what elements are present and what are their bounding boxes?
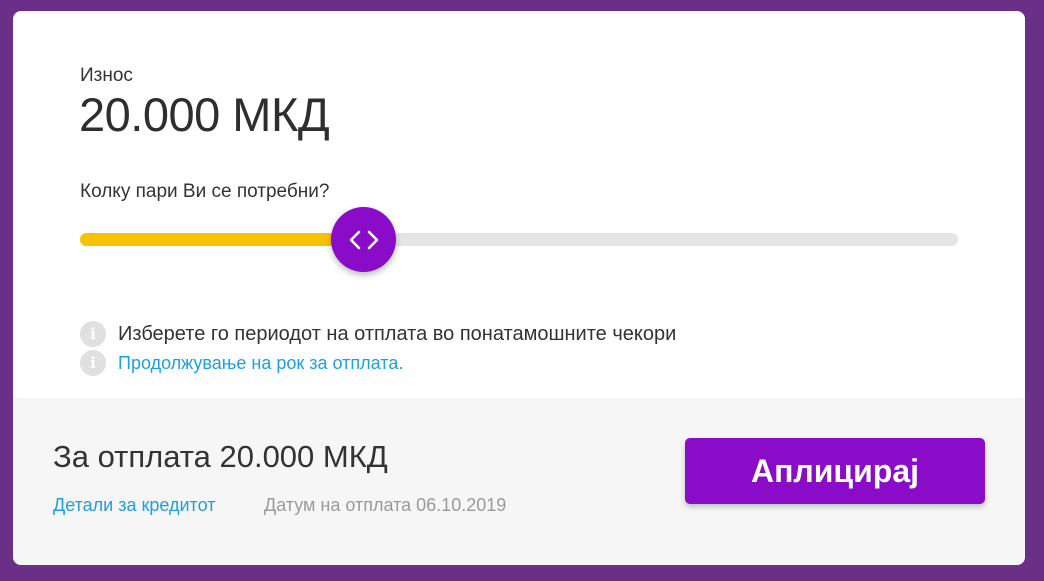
amount-slider[interactable] (80, 207, 958, 272)
apply-button[interactable]: Аплицирај (685, 438, 985, 504)
chevrons-left-right-icon (349, 230, 379, 249)
repayment-total: За отплата 20.000 МКД (53, 439, 388, 474)
amount-question: Колку пари Ви се потребни? (80, 181, 330, 202)
repayment-date: Датум на отплата 06.10.2019 (264, 495, 507, 515)
slider-fill (80, 233, 365, 246)
loan-details-link[interactable]: Детали за кредитот (53, 495, 215, 516)
loan-calculator-card: Износ 20.000 МКД Колку пари Ви се потреб… (13, 11, 1025, 565)
repayment-footer: За отплата 20.000 МКД Детали за кредитот… (13, 398, 1025, 565)
info-icon: i (80, 350, 106, 376)
info-row-extension: i Продолжување на рок за отплата. (80, 350, 403, 376)
info-icon: i (80, 321, 106, 347)
loan-amount-section: Износ 20.000 МКД Колку пари Ви се потреб… (13, 11, 1025, 398)
amount-value: 20.000 МКД (79, 88, 330, 141)
extension-link[interactable]: Продолжување на рок за отплата. (118, 353, 403, 374)
info-repayment-period-text: Изберете го периодот на отплата во понат… (118, 322, 677, 345)
slider-thumb[interactable] (331, 207, 397, 272)
amount-label: Износ (80, 65, 133, 86)
info-row-repayment-period: i Изберете го периодот на отплата во пон… (80, 321, 676, 347)
